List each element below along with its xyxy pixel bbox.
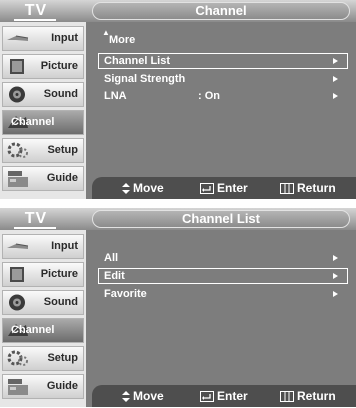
hint-return: Return (280, 181, 336, 195)
hint-enter: Enter (200, 181, 248, 195)
footer-hints: Move Enter Return (92, 177, 356, 199)
setup-icon (7, 350, 28, 366)
channel-menu-screen: TV Channel Input Picture Sound Channel S… (0, 0, 356, 199)
channel-list-screen: TV Channel List Input Picture Sound Chan… (0, 208, 356, 407)
tv-underline (14, 227, 56, 229)
right-arrow-icon (333, 93, 338, 99)
sidebar-item-label: Channel (11, 324, 55, 336)
menu-content: ▲ More Channel List Signal Strength LNA … (92, 22, 356, 177)
guide-icon (8, 379, 28, 395)
hint-move-label: Move (133, 181, 164, 195)
sidebar-item-guide[interactable]: Guide (2, 166, 84, 191)
sidebar-item-sound[interactable]: Sound (2, 290, 84, 315)
sidebar-item-label: Picture (40, 60, 78, 72)
sidebar-item-picture[interactable]: Picture (2, 262, 84, 287)
sidebar-item-label: Setup (47, 144, 78, 156)
picture-icon (10, 267, 24, 282)
sidebar-item-label: Input (51, 32, 78, 44)
up-down-arrows-icon (122, 183, 130, 195)
return-icon (280, 183, 294, 195)
menu-item-value: : On (198, 90, 220, 102)
menu-item-label: All (104, 252, 119, 264)
sound-icon (9, 294, 25, 311)
hint-move: Move (122, 389, 164, 403)
more-item[interactable]: ▲ More (102, 28, 136, 46)
menu-item-label: LNA (104, 90, 127, 102)
top-bar: TV Channel (0, 0, 356, 22)
hint-return-label: Return (297, 181, 336, 195)
hint-return: Return (280, 389, 336, 403)
hint-move-label: Move (133, 389, 164, 403)
picture-icon (10, 59, 24, 74)
menu-item-lna[interactable]: LNA : On (98, 88, 348, 104)
sidebar-item-label: Input (51, 240, 78, 252)
right-arrow-icon (333, 291, 338, 297)
tv-label: TV (24, 2, 48, 19)
sidebar-item-setup[interactable]: Setup (2, 346, 84, 371)
tv-label: TV (24, 210, 48, 227)
return-icon (280, 391, 294, 403)
input-icon (7, 35, 29, 41)
up-down-arrows-icon (122, 391, 130, 403)
sidebar-item-label: Setup (47, 352, 78, 364)
hint-move: Move (122, 181, 164, 195)
more-label: More (109, 34, 136, 46)
enter-icon (200, 183, 214, 195)
right-arrow-icon (333, 255, 338, 261)
menu-item-label: Favorite (104, 288, 147, 300)
menu-content: All Edit Favorite (92, 230, 356, 385)
right-arrow-icon (333, 58, 338, 64)
hint-return-label: Return (297, 389, 336, 403)
sidebar-item-input[interactable]: Input (2, 26, 84, 51)
sidebar-item-picture[interactable]: Picture (2, 54, 84, 79)
sidebar-item-channel[interactable]: Channel (2, 110, 84, 135)
menu-title: Channel List (92, 210, 350, 228)
top-bar: TV Channel List (0, 208, 356, 230)
menu-item-channel-list[interactable]: Channel List (98, 53, 348, 69)
menu-item-label: Channel List (104, 55, 171, 67)
sidebar: Input Picture Sound Channel Setup Guide (0, 22, 86, 199)
right-arrow-icon (333, 273, 338, 279)
sidebar-item-label: Picture (40, 268, 78, 280)
sidebar: Input Picture Sound Channel Setup Guide (0, 230, 86, 407)
hint-enter: Enter (200, 389, 248, 403)
menu-item-edit[interactable]: Edit (98, 268, 348, 284)
sidebar-item-input[interactable]: Input (2, 234, 84, 259)
sidebar-item-label: Guide (46, 380, 78, 392)
menu-item-favorite[interactable]: Favorite (98, 286, 348, 302)
more-up-arrow-icon: ▲ (102, 28, 110, 37)
tv-underline (14, 19, 56, 21)
sidebar-item-guide[interactable]: Guide (2, 374, 84, 399)
sidebar-item-sound[interactable]: Sound (2, 82, 84, 107)
hint-enter-label: Enter (217, 389, 248, 403)
menu-item-signal-strength[interactable]: Signal Strength (98, 71, 348, 87)
menu-item-all[interactable]: All (98, 250, 348, 266)
sidebar-item-label: Sound (43, 296, 78, 308)
guide-icon (8, 171, 28, 187)
menu-title: Channel (92, 2, 350, 20)
enter-icon (200, 391, 214, 403)
sidebar-item-label: Guide (46, 172, 78, 184)
sidebar-item-channel[interactable]: Channel (2, 318, 84, 343)
hint-enter-label: Enter (217, 181, 248, 195)
setup-icon (7, 142, 28, 158)
right-arrow-icon (333, 76, 338, 82)
footer-hints: Move Enter Return (92, 385, 356, 407)
menu-item-label: Signal Strength (104, 73, 186, 85)
sidebar-item-label: Sound (43, 88, 78, 100)
menu-item-label: Edit (104, 270, 125, 282)
sidebar-item-label: Channel (11, 116, 55, 128)
input-icon (7, 243, 29, 249)
sound-icon (9, 86, 25, 103)
sidebar-item-setup[interactable]: Setup (2, 138, 84, 163)
